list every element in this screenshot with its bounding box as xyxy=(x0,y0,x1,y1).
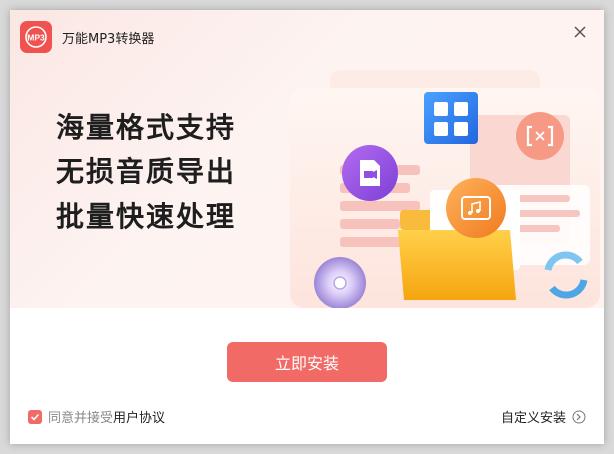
arrow-right-circle-icon xyxy=(572,410,586,423)
slogan-line-2: 无损音质导出 xyxy=(56,155,237,188)
window-title: 万能MP3转换器 xyxy=(62,32,155,47)
slogan-line-3: 批量快速处理 xyxy=(56,200,237,233)
cd-disc-icon xyxy=(314,257,366,308)
video-file-icon xyxy=(342,145,398,201)
action-area: 立即安装 同意并接受 用户协议 自定义安装 xyxy=(10,308,604,444)
slogan-line-1: 海量格式支持 xyxy=(56,111,237,144)
hero-illustration xyxy=(290,70,600,308)
grid-convert-icon xyxy=(424,92,478,144)
hero-banner: MP3 万能MP3转换器 海量格式支持 无损音质导出 批量快速处理 xyxy=(10,10,604,308)
custom-install-button[interactable]: 自定义安装 xyxy=(501,407,586,426)
user-agreement-link[interactable]: 用户协议 xyxy=(113,407,165,426)
app-logo-text: MP3 xyxy=(27,33,45,43)
app-logo-icon: MP3 xyxy=(20,21,52,53)
installer-window: MP3 万能MP3转换器 海量格式支持 无损音质导出 批量快速处理 立即安装 同… xyxy=(10,10,604,444)
close-icon[interactable] xyxy=(572,24,588,40)
split-icon xyxy=(516,112,564,160)
agree-checkbox[interactable] xyxy=(28,409,42,424)
agree-label: 同意并接受 xyxy=(48,411,114,426)
custom-install-label: 自定义安装 xyxy=(500,411,566,426)
install-now-button[interactable]: 立即安装 xyxy=(227,342,387,382)
agreement-row: 同意并接受 用户协议 xyxy=(28,407,165,426)
checkmark-icon xyxy=(30,413,40,421)
